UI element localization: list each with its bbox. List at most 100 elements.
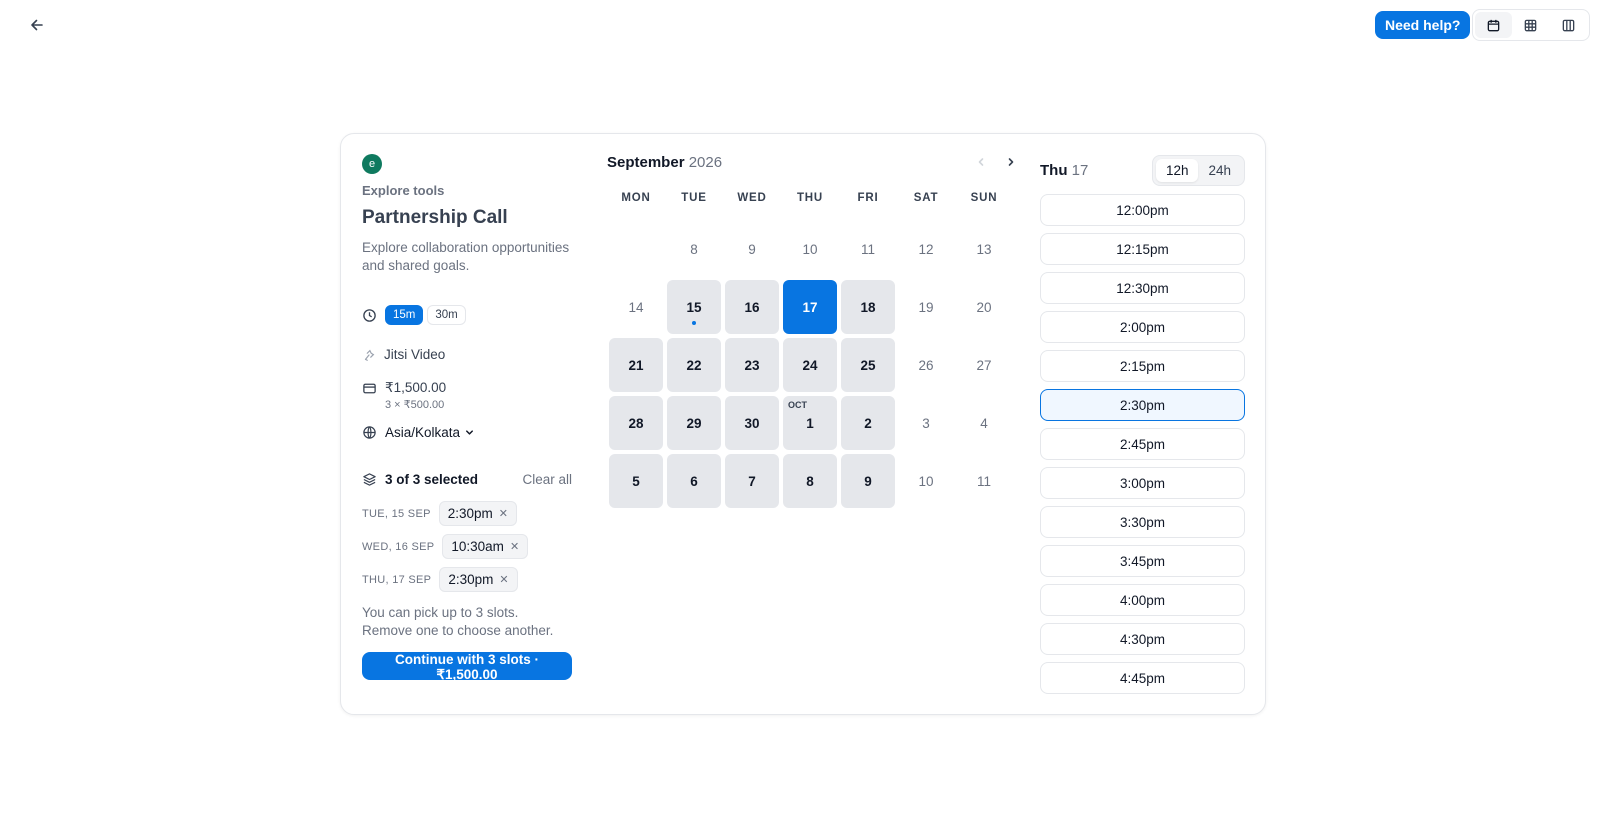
video-icon <box>364 349 375 361</box>
calendar-day: 3 <box>899 396 953 450</box>
calendar-day[interactable]: 23 <box>725 338 779 392</box>
calendar-day-number: 15 <box>686 299 702 315</box>
time-slot-button[interactable]: 2:30pm <box>1040 389 1245 421</box>
selected-slot: TUE, 15 SEP 2:30pm ✕ <box>362 501 572 526</box>
calendar-day-selected[interactable]: 17 <box>783 280 837 334</box>
weekday-label: SAT <box>913 192 939 204</box>
calendar-day-number: 23 <box>744 357 760 373</box>
calendar-day-number: 17 <box>802 299 818 315</box>
location-label: Jitsi Video <box>384 347 446 362</box>
column-view-button[interactable] <box>1550 12 1587 38</box>
calendar-day[interactable]: 1 OCT <box>783 396 837 450</box>
selected-slot-date: TUE, 15 SEP <box>362 507 431 520</box>
calendar-day-number: 26 <box>918 357 934 373</box>
avatar: e <box>362 154 382 174</box>
next-month-button[interactable] <box>1005 156 1017 168</box>
selected-slot: THU, 17 SEP 2:30pm ✕ <box>362 567 572 592</box>
time-slot-button[interactable]: 12:00pm <box>1040 194 1245 226</box>
month-view-button[interactable] <box>1475 12 1513 38</box>
calendar-day-number: 27 <box>976 357 992 373</box>
selected-slot-date: THU, 17 SEP <box>362 573 432 586</box>
calendar-day-number: 29 <box>686 415 702 431</box>
timezone-label: Asia/Kolkata <box>385 425 461 440</box>
time-slot-button[interactable]: 4:30pm <box>1040 623 1245 655</box>
price-total: ₹1,500.00 <box>385 380 447 395</box>
weekday-label: TUE <box>681 192 707 204</box>
time-slot-button[interactable]: 3:00pm <box>1040 467 1245 499</box>
calendar-day[interactable]: 18 <box>841 280 895 334</box>
calendar-day[interactable]: 25 <box>841 338 895 392</box>
time-slot-button[interactable]: 2:15pm <box>1040 350 1245 382</box>
chevron-right-icon <box>1008 158 1014 166</box>
calendar-day-number: 5 <box>632 473 640 489</box>
format-12h-button[interactable]: 12h <box>1155 158 1199 182</box>
week-view-button[interactable] <box>1512 12 1549 38</box>
selected-day-name: Thu <box>1040 161 1068 179</box>
calendar-day[interactable]: 24 <box>783 338 837 392</box>
time-slot-button[interactable]: 12:15pm <box>1040 233 1245 265</box>
calendar-day[interactable]: 9 <box>841 454 895 508</box>
format-24h-button[interactable]: 24h <box>1198 159 1241 182</box>
calendar-day: 9 <box>725 222 779 276</box>
calendar-day[interactable]: 30 <box>725 396 779 450</box>
calendar-day-number: 25 <box>860 357 876 373</box>
selection-note: You can pick up to 3 slots. Remove one t… <box>362 605 554 638</box>
calendar-day[interactable]: 29 <box>667 396 721 450</box>
calendar-day: 10 <box>899 454 953 508</box>
calendar-day-number: 24 <box>802 357 818 373</box>
calendar-day[interactable]: 16 <box>725 280 779 334</box>
time-slot-button[interactable]: 4:00pm <box>1040 584 1245 616</box>
duration-row: 15m 30m <box>362 305 572 325</box>
selected-slot-time: 2:30pm <box>448 572 494 587</box>
selected-slot-time: 2:30pm <box>447 506 493 521</box>
calendar-day-number: 30 <box>744 415 760 431</box>
calendar-day[interactable]: 6 <box>667 454 721 508</box>
calendar-day[interactable]: 2 <box>841 396 895 450</box>
time-slot-button[interactable]: 2:45pm <box>1040 428 1245 460</box>
need-help-button[interactable]: Need help? <box>1375 11 1471 39</box>
remove-slot-icon[interactable]: ✕ <box>499 507 508 520</box>
back-button[interactable] <box>24 12 50 38</box>
calendar-day[interactable]: 15 <box>667 280 721 334</box>
calendar-day-number: 11 <box>976 473 991 489</box>
calendar-day[interactable]: 22 <box>667 338 721 392</box>
duration-15m-chip[interactable]: 15m <box>385 305 424 325</box>
calendar-day-number: 19 <box>918 299 934 315</box>
calendar-day-number: 2 <box>864 415 872 431</box>
calendar-day[interactable]: 8 <box>783 454 837 508</box>
remove-slot-icon[interactable]: ✕ <box>510 540 519 553</box>
time-slot-button[interactable]: 12:30pm <box>1040 272 1245 304</box>
continue-button[interactable]: Continue with 3 slots · ₹1,500.00 <box>362 652 572 682</box>
calendar-day-number: 8 <box>806 473 814 489</box>
calendar-day[interactable]: 28 <box>609 396 663 450</box>
calendar: September 2026 MON TUE WED THU FRI SAT SUN 891… <box>607 152 1017 510</box>
calendar-day[interactable]: 7 <box>725 454 779 508</box>
clear-all-button[interactable]: Clear all <box>522 472 572 487</box>
calendar-day-number: 10 <box>802 241 818 257</box>
calendar-day: 20 <box>957 280 1011 334</box>
calendar-day[interactable]: 5 <box>609 454 663 508</box>
time-slot-list: 12:00pm 12:15pm 12:30pm 2:00pm 2:15pm 2:30pm 2… <box>1040 194 1245 694</box>
time-slot-button[interactable]: 3:45pm <box>1040 545 1245 577</box>
time-format-toggle: 12h 24h <box>1151 154 1245 186</box>
year-label: 2026 <box>688 153 723 171</box>
calendar-month-title: September 2026 <box>607 154 722 171</box>
calendar-day: 10 <box>783 222 837 276</box>
prev-month-button[interactable] <box>975 156 987 168</box>
calendar-day[interactable]: 21 <box>609 338 663 392</box>
time-slot-button[interactable]: 3:30pm <box>1040 506 1245 538</box>
time-slot-button[interactable]: 4:45pm <box>1040 662 1245 694</box>
remove-slot-icon[interactable]: ✕ <box>499 573 508 586</box>
calendar-day-number: 16 <box>744 299 760 315</box>
weekday-label: MON <box>621 192 651 204</box>
timezone-select[interactable]: Asia/Kolkata <box>362 425 572 440</box>
calendar-day-number: 22 <box>686 357 702 373</box>
booking-card: e Explore tools Partnership Call Explore… <box>340 133 1266 715</box>
duration-30m-chip[interactable]: 30m <box>427 305 466 325</box>
time-slot-button[interactable]: 2:00pm <box>1040 311 1245 343</box>
weekday-header: MON TUE WED THU FRI SAT SUN <box>607 192 1017 204</box>
chevron-left-icon <box>978 158 984 166</box>
calendar-day-number: 12 <box>918 241 934 257</box>
calendar-day: 19 <box>899 280 953 334</box>
calendar-day-number: 28 <box>628 415 644 431</box>
